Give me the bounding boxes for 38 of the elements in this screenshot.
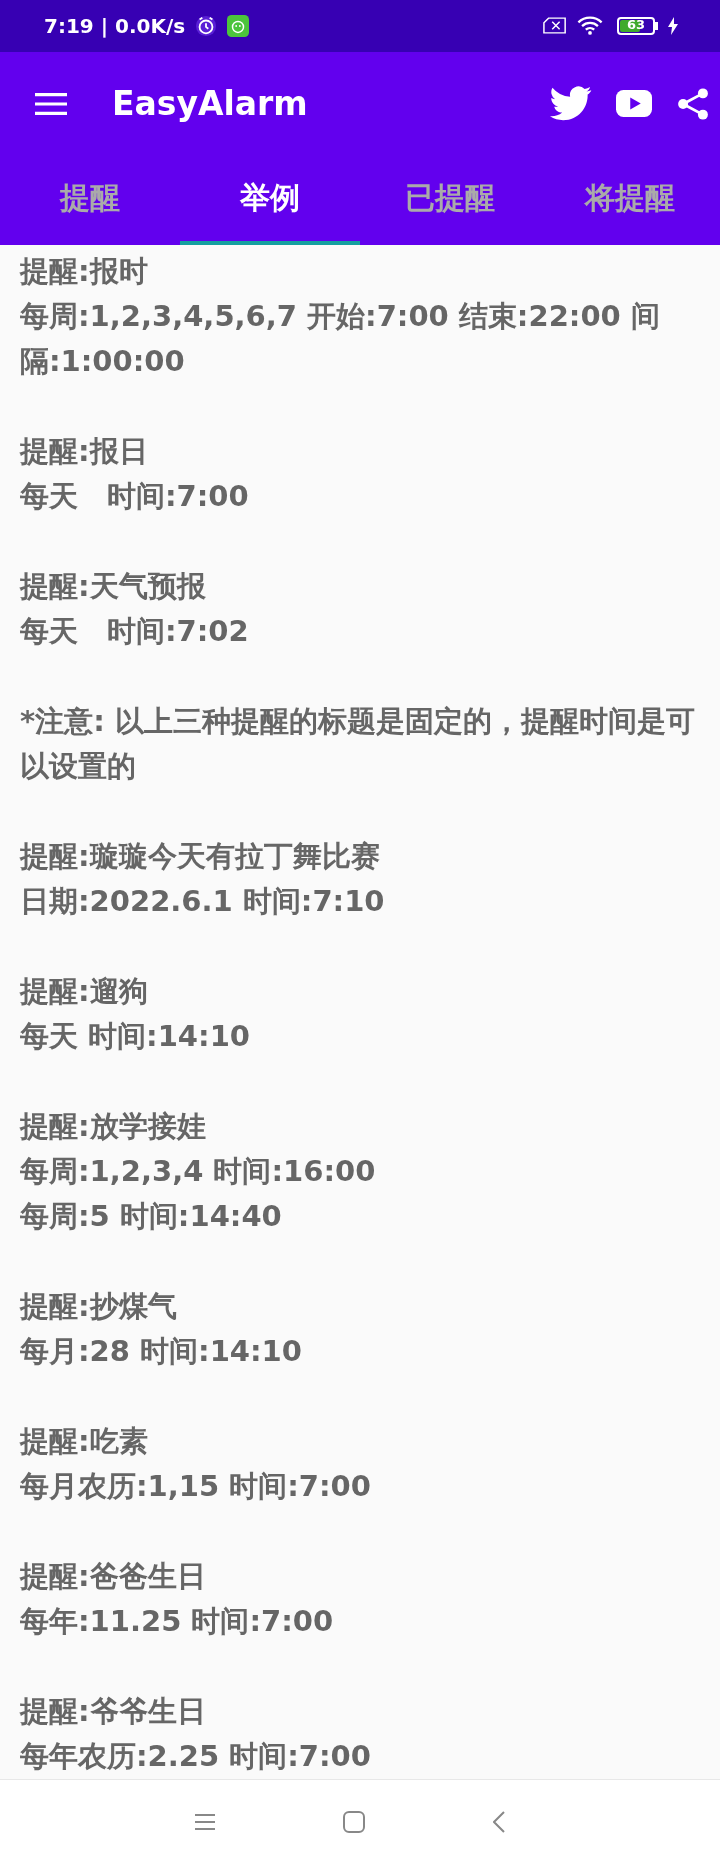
example-text: 每天 时间:7:02 [20,612,250,650]
play-icon[interactable] [616,90,652,118]
example-text: 提醒:报日 [20,432,149,470]
example-text: 每天 时间:7:00 [20,477,250,515]
example-text: 提醒:报时 [20,252,149,290]
example-text: 提醒:天气预报 [20,567,207,605]
wifi-icon [577,16,603,36]
example-text: 提醒:放学接娃 [20,1107,207,1145]
example-text: 每年农历:2.25 时间:7:00 [20,1737,372,1775]
example-text: 提醒:爷爷生日 [20,1692,207,1730]
example-text: 每周:1,2,3,4,5,6,7 开始:7:00 结束:22:00 间隔:1:00:00 [20,297,661,380]
example-text: 每周:5 时间:14:40 [20,1197,283,1235]
menu-icon[interactable] [195,1814,215,1831]
example-text: 提醒:爸爸生日 [20,1557,207,1595]
example-text: 提醒:抄煤气 [20,1287,178,1325]
status-time: 7:19 | 0.0K/s [44,13,186,38]
home-icon[interactable] [343,1811,365,1834]
share-icon[interactable] [676,86,710,121]
tab[interactable]: 将提醒 [540,155,720,245]
tab[interactable]: 已提醒 [360,155,540,245]
alarm-clock-icon [195,14,218,37]
example-text: 每周:1,2,3,4 时间:16:00 [20,1152,377,1190]
no-sim-icon [543,17,567,35]
example-text: *注意: 以上三种提醒的标题是固定的，提醒时间是可以设置的 [20,702,696,785]
example-text: 提醒:遛狗 [20,972,149,1010]
back-icon[interactable] [493,1811,505,1834]
tab[interactable]: 举例 [180,155,360,245]
app-title: EasyAlarm [112,84,308,124]
example-text: 每月:28 时间:14:10 [20,1332,303,1370]
tab[interactable]: 提醒 [0,155,180,245]
bird-icon[interactable] [550,86,592,122]
app-notification-icon [227,14,250,37]
example-text: 每天 时间:14:10 [20,1017,251,1055]
example-text: 提醒:璇璇今天有拉丁舞比赛 [20,837,381,875]
example-text: 每年:11.25 时间:7:00 [20,1602,335,1640]
example-text: 每月农历:1,15 时间:7:00 [20,1467,372,1505]
example-text: 提醒:吃素 [20,1422,149,1460]
example-text: 日期:2022.6.1 时间:7:10 [20,882,386,920]
